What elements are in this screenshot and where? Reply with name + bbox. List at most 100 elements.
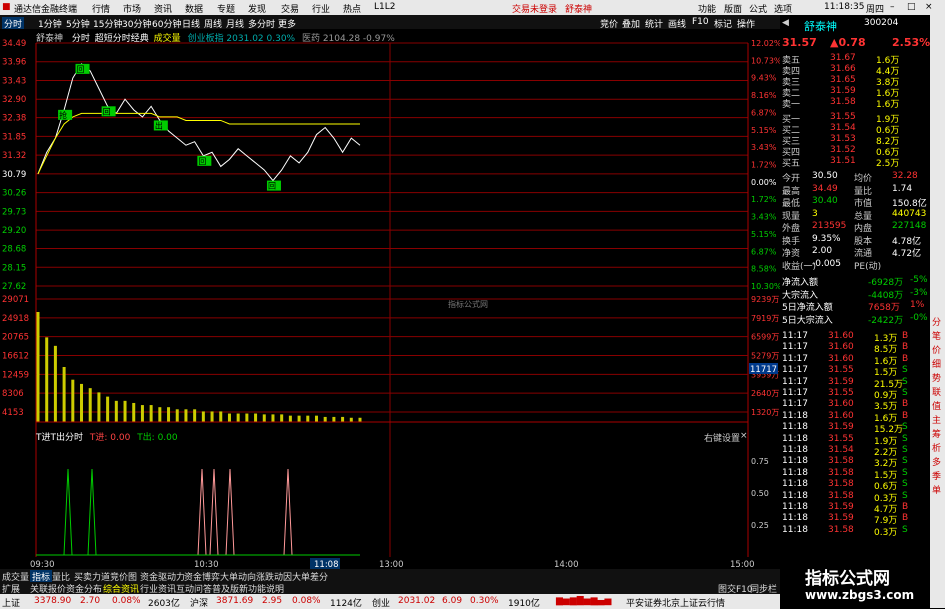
stat-row: 最低 30.40 市值 150.8亿 (782, 196, 928, 209)
stat-value: 3 (812, 208, 818, 219)
title-stock: 舒泰神 (565, 5, 593, 15)
price-tick-label: 33.96 (2, 58, 26, 68)
stat-row: 收益(一) -0.005 PE(动) (782, 259, 928, 272)
tick-price: 31.58 (828, 456, 854, 467)
bid-row: 买三 31.53 8.2万 (782, 134, 928, 147)
close-button[interactable]: × (925, 2, 933, 12)
menu-bm[interactable]: 版面 (724, 2, 742, 15)
side-item[interactable]: 析 (932, 441, 941, 454)
volume-bar (210, 411, 214, 422)
ask-row: 卖二 31.59 1.6万 (782, 86, 928, 99)
side-item[interactable]: 笔 (932, 329, 941, 342)
maximize-button[interactable]: □ (907, 2, 916, 12)
info-index: 创业板指 2031.02 0.30% (187, 34, 296, 44)
volume-bar (45, 337, 49, 422)
tick-side: S (902, 388, 908, 398)
tick-side: B (902, 502, 909, 512)
indicator-tick-label: 0.50 (751, 489, 769, 498)
volume-bar (184, 409, 188, 422)
side-item[interactable]: 值 (932, 399, 941, 412)
quote-code: 300204 (864, 18, 899, 28)
indicator-spike (197, 468, 207, 556)
tick-side: S (902, 479, 908, 490)
side-item[interactable]: 价 (932, 343, 941, 356)
signal-label: 抢 (59, 110, 67, 120)
stat-label: 市值 (854, 199, 873, 209)
tick-time: 11:17 (782, 331, 808, 341)
volume-tick-label: 20765 (2, 333, 29, 343)
hs-pct: 0.08% (292, 596, 321, 606)
menu-hq[interactable]: 行情 (92, 2, 110, 15)
volume-tick-label: 8306 (2, 389, 24, 399)
tick-price: 31.58 (828, 467, 854, 478)
stat-label: 现量 (782, 211, 801, 222)
flow-pct: -3% (910, 287, 928, 298)
indicator-tick-label: 0.75 (751, 457, 769, 466)
stat-row: 今开 30.50 均价 32.28 (782, 171, 928, 184)
side-item[interactable]: 单 (932, 483, 941, 496)
hs-value: 3871.69 (216, 596, 254, 606)
sh-name: 上证 (2, 599, 21, 609)
side-item[interactable]: 筹 (932, 427, 941, 440)
menu-rd[interactable]: 热点 (343, 2, 361, 15)
stat-value: 227148 (892, 221, 927, 231)
tick-row: 11:17 31.55 0.9万 S (782, 388, 928, 401)
bid-row: 买二 31.54 0.6万 (782, 123, 928, 136)
flow-pct: -0% (910, 312, 928, 323)
menu-sc[interactable]: 市场 (123, 2, 141, 15)
stat-label: PE(动) (854, 261, 882, 272)
side-item[interactable]: 季 (932, 469, 941, 482)
menu-l1l2[interactable]: L1L2 (374, 2, 395, 12)
tick-row: 11:18 31.54 2.2万 S (782, 445, 928, 458)
minimize-button[interactable]: – (890, 2, 895, 12)
quote-nav-icon[interactable]: ◀ (782, 18, 789, 28)
bid-row: 买四 31.52 0.6万 (782, 145, 928, 158)
side-item[interactable]: 分 (932, 315, 941, 328)
ask-price: 31.59 (830, 86, 856, 96)
volume-bar (227, 413, 231, 422)
indicator-tick-label: 0.25 (751, 521, 769, 530)
chart-canvas: 34.49 33.96 33.43 32.90 32.38 31.85 31.32 30.79… (2, 39, 780, 569)
status-server[interactable]: 平安证券北京上证云行情 (626, 596, 725, 609)
tool-f10[interactable]: F10 (692, 17, 709, 27)
indicator-close-icon[interactable]: × (740, 431, 748, 441)
pct-tick-label: 9.43% (751, 74, 777, 83)
tick-side: S (902, 524, 908, 535)
side-item[interactable]: 主 (932, 413, 941, 426)
login-status[interactable]: 交易未登录 (512, 2, 557, 15)
tick-time: 11:18 (782, 490, 808, 501)
flow-label: 5日净流入额 (782, 303, 833, 313)
menu-gs[interactable]: 公式 (749, 2, 767, 15)
menu-zx[interactable]: 资讯 (154, 2, 172, 15)
menu-fx[interactable]: 发现 (248, 2, 266, 15)
volume-bar (288, 415, 292, 422)
tick-row: 11:18 31.58 0.3万 S (782, 524, 928, 538)
menu-xx[interactable]: 选项 (774, 2, 792, 15)
bid-price: 31.55 (830, 112, 856, 122)
price-tick-label: 29.73 (2, 207, 26, 217)
mini-bars-icon: ▆▅▆▇▅▆▄▅ (556, 596, 612, 606)
volume-right-label: 6599万 (751, 333, 779, 342)
tick-side: S (902, 467, 908, 478)
menu-hy[interactable]: 行业 (312, 2, 330, 15)
menu-gn[interactable]: 功能 (698, 2, 716, 15)
indicator-info: T进T出分时 T进: 0.00 T出: 0.00 (36, 430, 178, 443)
indicator-spike (209, 468, 219, 556)
menu-sj[interactable]: 数据 (185, 2, 203, 15)
side-item[interactable]: 多 (932, 455, 941, 468)
volume-bar (53, 345, 57, 422)
price-tick-label: 28.15 (2, 263, 26, 273)
side-item[interactable]: 细 (932, 357, 941, 370)
pct-tick-label: 8.16% (751, 91, 777, 100)
stat-label: 收益(一) (782, 261, 817, 272)
intraday-chart[interactable]: 34.49 33.96 33.43 32.90 32.38 31.85 31.32 30.79… (0, 29, 780, 569)
side-item[interactable]: 联 (932, 385, 941, 398)
bid-label: 买五 (782, 159, 801, 169)
indicator-settings[interactable]: 右键设置 (704, 431, 740, 444)
volume-bar (341, 416, 345, 422)
volume-bar (36, 311, 40, 422)
menu-zt[interactable]: 专题 (217, 2, 235, 15)
stat-row: 换手 9.35% 股本 4.78亿 (782, 234, 928, 247)
side-item[interactable]: 势 (932, 371, 941, 384)
menu-jy[interactable]: 交易 (281, 2, 299, 15)
